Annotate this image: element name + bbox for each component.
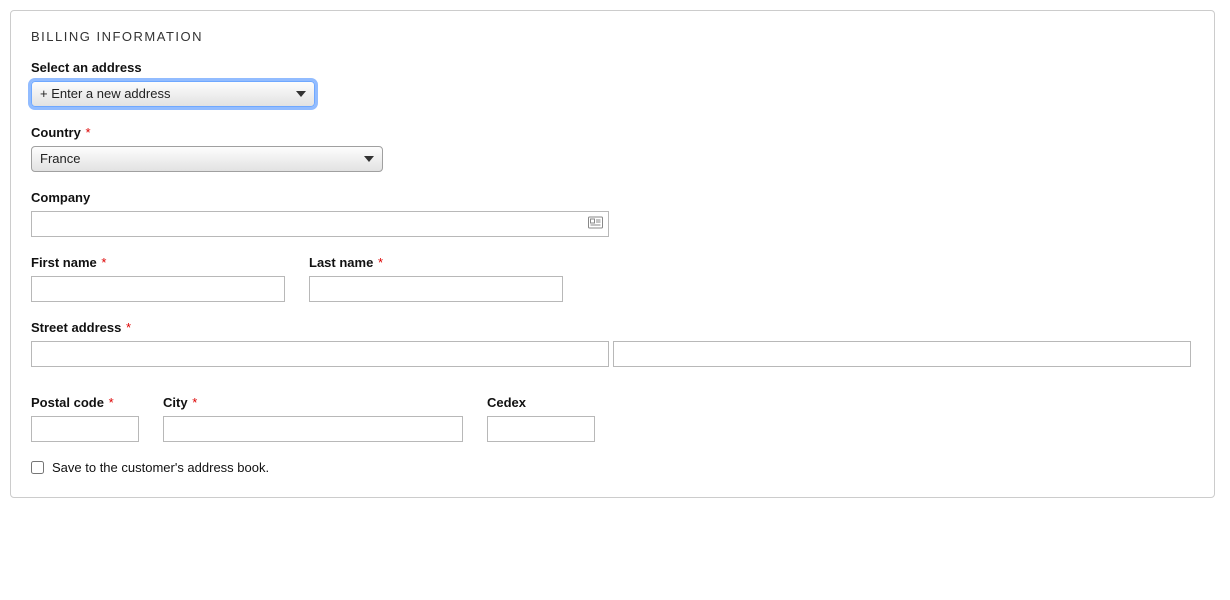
last-name-label-text: Last name (309, 255, 373, 270)
first-name-label-text: First name (31, 255, 97, 270)
required-mark: * (109, 395, 114, 410)
save-address-checkbox[interactable] (31, 461, 44, 474)
last-name-label: Last name * (309, 255, 563, 270)
required-mark: * (126, 320, 131, 335)
billing-information-panel: BILLING INFORMATION Select an address + … (10, 10, 1215, 498)
cedex-label: Cedex (487, 395, 595, 410)
contact-card-icon (588, 217, 603, 232)
chevron-down-icon (364, 156, 374, 162)
street-address-line2-input[interactable] (613, 341, 1191, 367)
select-address-label: Select an address (31, 60, 1194, 75)
first-name-input[interactable] (31, 276, 285, 302)
postal-city-row: Postal code * City * Cedex (31, 395, 1194, 442)
required-mark: * (101, 255, 106, 270)
required-mark: * (192, 395, 197, 410)
country-label-text: Country (31, 125, 81, 140)
postal-label: Postal code * (31, 395, 139, 410)
city-label-text: City (163, 395, 188, 410)
city-input[interactable] (163, 416, 463, 442)
select-address-value: + Enter a new address (40, 86, 170, 101)
postal-label-text: Postal code (31, 395, 104, 410)
company-input[interactable] (31, 211, 609, 237)
street-address-line1-input[interactable] (31, 341, 609, 367)
required-mark: * (85, 125, 90, 140)
chevron-down-icon (296, 91, 306, 97)
save-address-row: Save to the customer's address book. (31, 460, 1194, 475)
required-mark: * (378, 255, 383, 270)
name-row: First name * Last name * (31, 255, 1194, 302)
country-group: Country * France (31, 125, 1194, 172)
save-address-label: Save to the customer's address book. (52, 460, 269, 475)
select-address-dropdown[interactable]: + Enter a new address (31, 81, 315, 107)
select-address-group: Select an address + Enter a new address (31, 60, 1194, 107)
postal-code-input[interactable] (31, 416, 139, 442)
street-label: Street address * (31, 320, 1194, 335)
last-name-input[interactable] (309, 276, 563, 302)
panel-title: BILLING INFORMATION (31, 29, 1194, 44)
company-group: Company (31, 190, 1194, 237)
city-label: City * (163, 395, 463, 410)
country-label: Country * (31, 125, 1194, 140)
cedex-input[interactable] (487, 416, 595, 442)
company-label: Company (31, 190, 1194, 205)
country-dropdown[interactable]: France (31, 146, 383, 172)
country-value: France (40, 151, 80, 166)
first-name-label: First name * (31, 255, 285, 270)
street-label-text: Street address (31, 320, 121, 335)
street-group: Street address * (31, 320, 1194, 377)
